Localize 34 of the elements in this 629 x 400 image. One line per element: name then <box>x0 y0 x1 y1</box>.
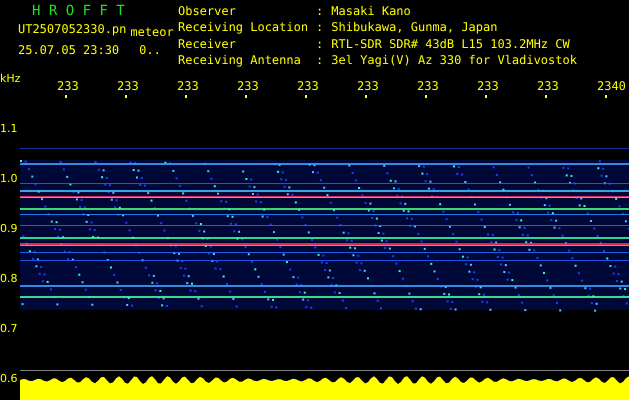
mode-label: meteor <box>130 24 174 38</box>
axis-label: 233 <box>237 80 259 92</box>
axis-label: 0.9 <box>0 223 18 235</box>
axis-label: 233 <box>417 80 439 92</box>
axis-label: 1.0 <box>0 173 18 185</box>
axis-label: 233 <box>57 80 79 92</box>
axis-label: 0.6 <box>0 373 18 385</box>
file-name: UT2507052330.pn <box>18 23 126 38</box>
field-value: Masaki Kano <box>331 5 412 20</box>
axis-label: 233 <box>297 80 319 92</box>
field-separator: : <box>316 5 324 20</box>
field-value: 3el Yagi(V) Az 330 for Vladivostok <box>331 54 577 69</box>
axis-label: 233 <box>537 80 559 92</box>
axis-label: 233 <box>177 80 199 92</box>
axis-label: 0.8 <box>0 273 18 285</box>
field-label: Receiving Antenna <box>178 54 302 69</box>
field-separator: : <box>316 38 324 52</box>
axis-label: 233 <box>357 80 379 92</box>
field-separator: : <box>316 21 324 36</box>
field-value: Shibukawa, Gunma, Japan <box>331 21 498 36</box>
program-title: H R O F F T <box>31 5 126 17</box>
date-time: 25.07.05 23:30 <box>18 44 120 56</box>
axis-label: 233 <box>477 80 499 92</box>
field-label: Receiver <box>178 38 237 52</box>
field-value: RTL-SDR SDR# 43dB L15 103.2MHz CW <box>331 38 571 52</box>
field-label: Observer <box>178 5 237 20</box>
field-separator: : <box>316 54 324 69</box>
field-label: Receiving Location <box>178 21 308 36</box>
axis-label: 0.7 <box>0 323 18 335</box>
axis-label: 1.1 <box>0 123 18 135</box>
axis-label: 233 <box>117 80 139 92</box>
axis-unit: kHz <box>0 73 20 85</box>
counter-label: 0.. <box>138 44 161 56</box>
axis-label: 2340 <box>597 80 626 92</box>
